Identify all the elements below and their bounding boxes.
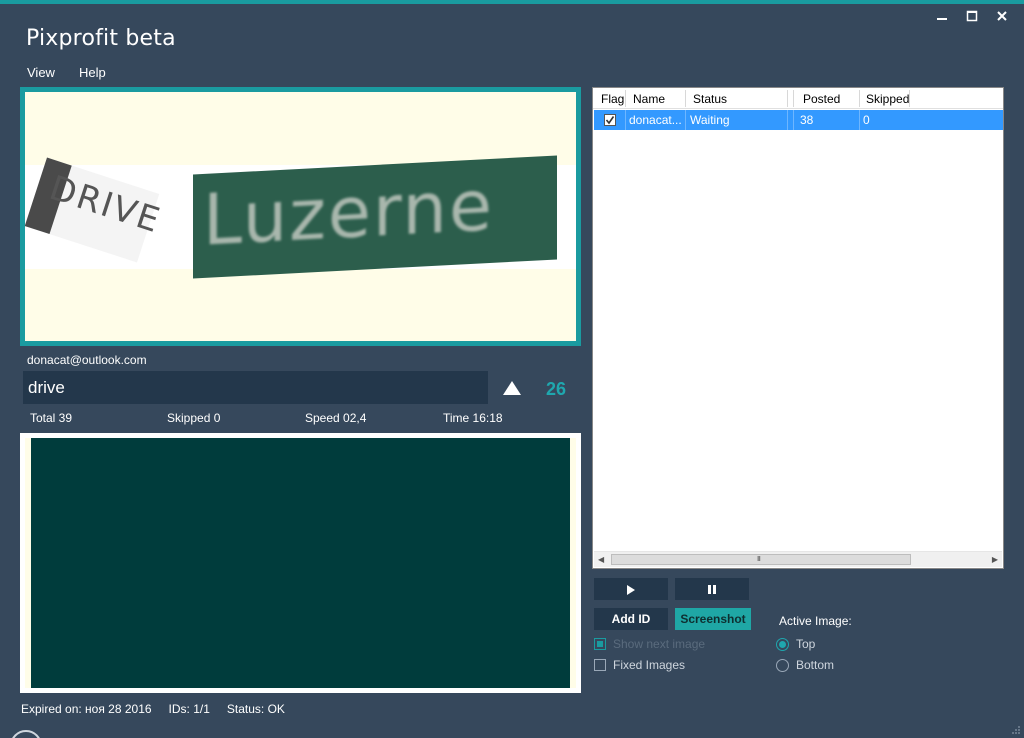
cell-divider	[787, 110, 788, 130]
show-next-image-option[interactable]: Show next image	[594, 637, 705, 651]
active-image-bottom-option[interactable]: Bottom	[776, 658, 834, 672]
top-radio[interactable]	[776, 637, 789, 651]
table-header: Flag Name Status Posted Skipped	[593, 88, 1003, 109]
column-header-name[interactable]: Name	[633, 92, 665, 106]
play-button[interactable]	[594, 578, 668, 600]
active-image-top-option[interactable]: Top	[776, 637, 815, 651]
scroll-left-icon[interactable]: ◀	[598, 555, 604, 564]
status-text: Status: OK	[226, 702, 285, 716]
menu-help[interactable]: Help	[76, 64, 109, 81]
column-header-skipped[interactable]: Skipped	[866, 92, 909, 106]
window-top-accent-bar	[0, 0, 1024, 4]
countdown-counter: 26	[546, 379, 567, 399]
pause-button[interactable]	[675, 578, 749, 600]
show-next-image-label: Show next image	[613, 637, 706, 651]
fixed-images-label: Fixed Images	[613, 658, 686, 672]
bottom-radio[interactable]	[776, 658, 789, 672]
flag-checkbox[interactable]	[604, 114, 616, 126]
cell-status: Waiting	[690, 113, 730, 127]
window-controls	[934, 8, 1010, 24]
bottom-radio-label: Bottom	[796, 658, 835, 672]
stat-speed: Speed 02,4	[305, 411, 367, 425]
cell-divider	[793, 110, 794, 130]
column-header-status[interactable]: Status	[693, 92, 727, 106]
scroll-grip-icon: III	[757, 556, 761, 563]
stat-time: Time 16:18	[443, 411, 503, 425]
preview-image	[31, 438, 570, 688]
resize-grip-icon[interactable]	[1011, 725, 1021, 735]
menu-view[interactable]: View	[24, 64, 58, 81]
status-footer: Expired on: ноя 28 2016 IDs: 1/1 Status:…	[21, 702, 285, 716]
next-image-preview	[20, 433, 581, 693]
submit-arrow-icon[interactable]	[503, 381, 521, 395]
horizontal-scrollbar[interactable]: ◀ III ▶	[594, 551, 1002, 567]
column-divider	[685, 90, 686, 107]
column-header-flag[interactable]: Flag	[601, 92, 624, 106]
cell-divider	[625, 110, 626, 130]
app-badge-icon	[10, 730, 42, 738]
app-title: Pixprofit beta	[26, 26, 176, 51]
table-row[interactable]: donacat... Waiting 38 0	[594, 110, 1003, 130]
column-divider	[859, 90, 860, 107]
captcha-image: DRIVE Luzerne	[25, 92, 576, 341]
cell-divider	[685, 110, 686, 130]
preview-inner	[25, 438, 576, 688]
scroll-right-icon[interactable]: ▶	[992, 555, 998, 564]
column-header-posted[interactable]: Posted	[803, 92, 840, 106]
screenshot-button[interactable]: Screenshot	[675, 608, 751, 630]
stat-total: Total 39	[30, 411, 73, 425]
play-icon	[627, 584, 635, 595]
cell-divider	[859, 110, 860, 130]
column-divider	[787, 90, 788, 107]
cell-name: donacat...	[629, 113, 682, 127]
captcha-word-luzerne: Luzerne	[203, 164, 494, 262]
captcha-image-frame: DRIVE Luzerne	[20, 87, 581, 346]
column-divider	[909, 90, 910, 107]
minimize-icon[interactable]	[934, 8, 950, 24]
top-radio-label: Top	[796, 637, 816, 651]
captcha-answer-input[interactable]	[23, 371, 488, 404]
column-divider	[625, 90, 626, 107]
cell-skipped: 0	[863, 113, 870, 127]
menu-bar: View Help	[24, 64, 109, 81]
maximize-icon[interactable]	[964, 8, 980, 24]
ids-count: IDs: 1/1	[168, 702, 210, 716]
accounts-table: Flag Name Status Posted Skipped donacat.…	[592, 87, 1004, 569]
fixed-images-checkbox[interactable]	[594, 659, 606, 671]
column-divider	[793, 90, 794, 107]
pause-icon	[708, 585, 716, 595]
close-icon[interactable]	[994, 8, 1010, 24]
cell-posted: 38	[800, 113, 814, 127]
account-email: donacat@outlook.com	[27, 353, 147, 367]
show-next-image-checkbox[interactable]	[594, 638, 606, 650]
expiry-date: Expired on: ноя 28 2016	[21, 702, 152, 716]
scroll-thumb[interactable]: III	[611, 554, 911, 565]
stat-skipped: Skipped 0	[167, 411, 221, 425]
fixed-images-option[interactable]: Fixed Images	[594, 658, 685, 672]
add-id-button[interactable]: Add ID	[594, 608, 668, 630]
active-image-title: Active Image:	[779, 614, 852, 628]
